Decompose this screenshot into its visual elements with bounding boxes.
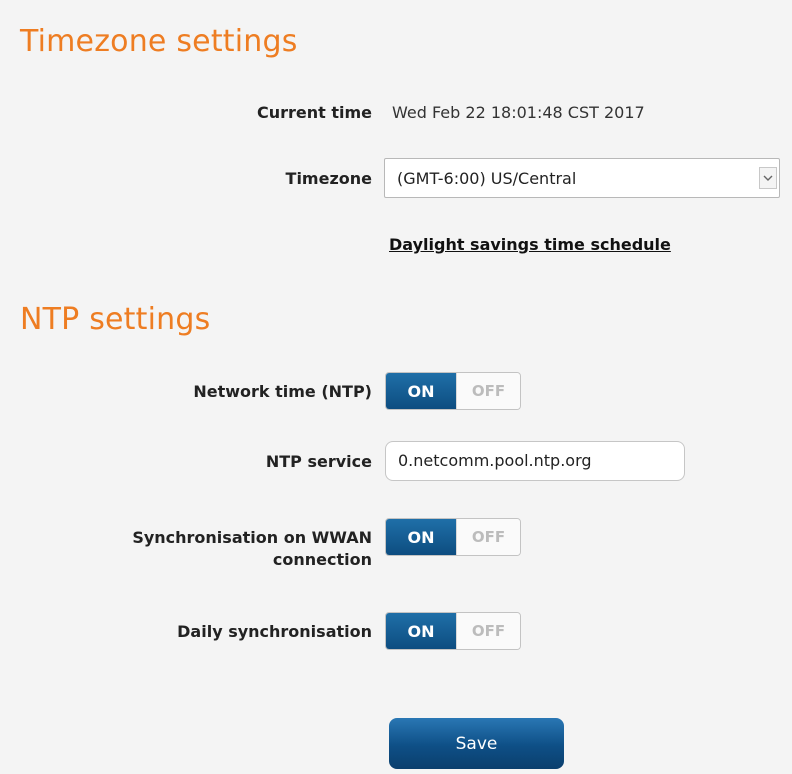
timezone-settings-title: Timezone settings xyxy=(20,24,298,59)
daily-sync-label: Daily synchronisation xyxy=(177,622,372,641)
daylight-savings-link[interactable]: Daylight savings time schedule xyxy=(389,235,671,254)
daily-sync-toggle[interactable]: ON OFF xyxy=(385,612,521,650)
network-time-toggle[interactable]: ON OFF xyxy=(385,372,521,410)
timezone-select-value: (GMT-6:00) US/Central xyxy=(397,169,577,188)
wwan-sync-label: Synchronisation on WWAN connection xyxy=(132,527,372,571)
ntp-service-label: NTP service xyxy=(265,452,372,471)
wwan-sync-label-line1: Synchronisation on WWAN xyxy=(132,528,372,547)
wwan-sync-label-line2: connection xyxy=(272,550,372,569)
timezone-label: Timezone xyxy=(285,169,372,188)
network-time-label: Network time (NTP) xyxy=(193,382,372,401)
current-time-label: Current time xyxy=(256,103,372,122)
save-button[interactable]: Save xyxy=(389,718,564,769)
ntp-service-input[interactable]: 0.netcomm.pool.ntp.org xyxy=(385,441,685,481)
current-time-value: Wed Feb 22 18:01:48 CST 2017 xyxy=(392,103,645,122)
network-time-on[interactable]: ON xyxy=(386,373,456,409)
wwan-sync-on[interactable]: ON xyxy=(386,519,456,555)
wwan-sync-toggle[interactable]: ON OFF xyxy=(385,518,521,556)
ntp-settings-title: NTP settings xyxy=(20,302,211,337)
timezone-select[interactable]: (GMT-6:00) US/Central xyxy=(384,158,780,198)
chevron-down-icon[interactable] xyxy=(759,167,777,189)
wwan-sync-off[interactable]: OFF xyxy=(456,519,520,555)
daily-sync-off[interactable]: OFF xyxy=(456,613,520,649)
daily-sync-on[interactable]: ON xyxy=(386,613,456,649)
network-time-off[interactable]: OFF xyxy=(456,373,520,409)
